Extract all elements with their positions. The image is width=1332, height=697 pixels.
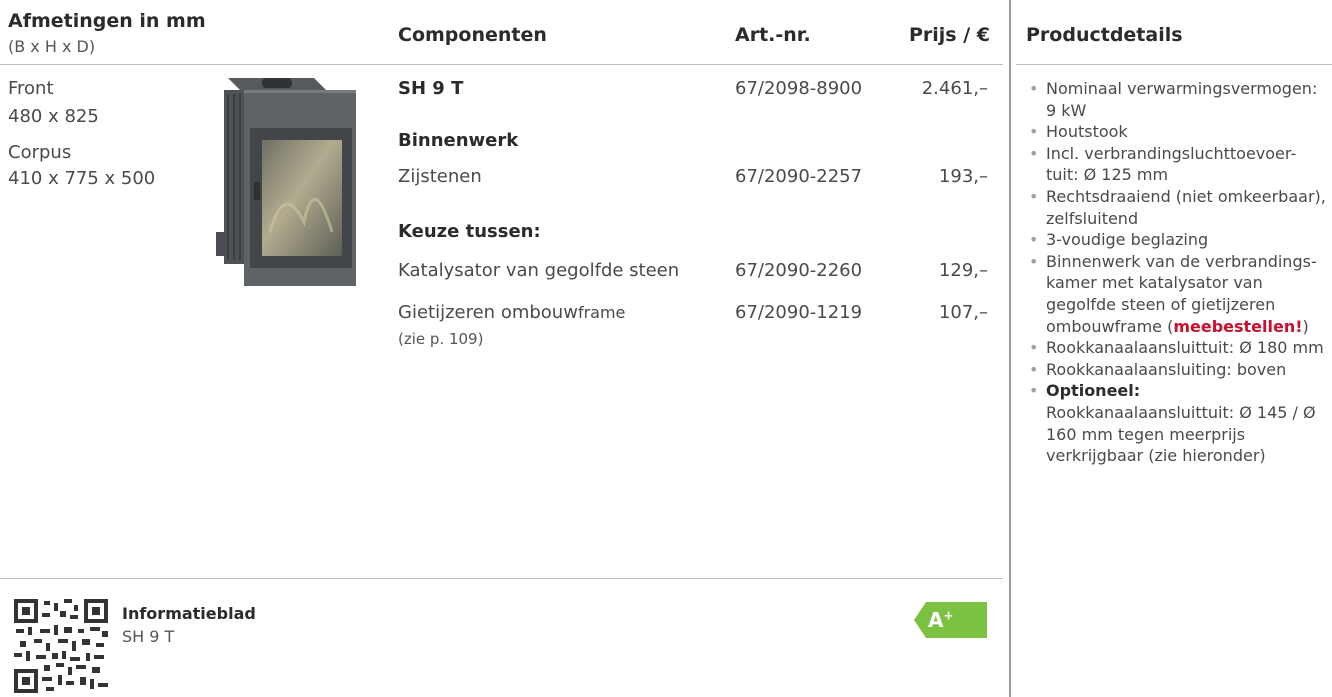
front-value: 480 x 825 [8, 106, 99, 127]
components-heading: Componenten [398, 24, 547, 46]
info-sheet-product: SH 9 T [122, 627, 175, 646]
catalyst-price: 129,– [938, 260, 988, 281]
frame-art-nr: 67/2090-1219 [735, 302, 863, 323]
stove-image [216, 78, 356, 286]
detail-text: 3-voudige beglazing [1046, 230, 1209, 250]
qr-code-icon[interactable] [14, 599, 108, 693]
detail-item: Nominaal verwarmingsvermogen: 9 kW [1027, 78, 1327, 121]
side-stones-price: 193,– [938, 166, 988, 187]
detail-item: 3-voudige beglazing [1027, 229, 1327, 251]
footer-divider [0, 578, 1003, 579]
front-label: Front [8, 78, 54, 99]
frame-page-note: (zie p. 109) [398, 330, 484, 348]
detail-item: Houtstook [1027, 121, 1327, 143]
catalyst-art-nr: 67/2090-2260 [735, 260, 863, 281]
detail-text: Rechtsdraaiend (niet omkeerbaar), zelfsl… [1046, 186, 1326, 228]
header-divider [0, 64, 1003, 65]
corpus-label: Corpus [8, 142, 72, 163]
detail-text: Nominaal verwarmingsvermogen: 9 kW [1046, 79, 1318, 120]
catalyst-name: Katalysator van gegolfde steen [398, 260, 680, 281]
detail-item: Incl. verbrandingsluchttoevoer-tuit: Ø 1… [1027, 143, 1327, 186]
detail-text: Houtstook [1046, 122, 1128, 142]
detail-text-end: ) [1302, 316, 1309, 336]
column-divider [1009, 0, 1011, 697]
product-details-list: Nominaal verwarmingsvermogen: 9 kW Houts… [1027, 78, 1327, 467]
section-binnenwerk: Binnenwerk [398, 130, 519, 151]
frame-name: Gietijzeren ombouwframe [398, 300, 625, 325]
energy-class-plus: + [943, 608, 954, 623]
side-stones-name: Zijstenen [398, 166, 482, 187]
dimensions-unit: (B x H x D) [8, 37, 96, 56]
detail-text: Rookkanaalaansluittuit: Ø 180 mm [1046, 338, 1324, 358]
dimensions-heading: Afmetingen in mm [8, 10, 206, 32]
product-art-nr: 67/2098-8900 [735, 78, 863, 99]
price-heading: Prijs / € [908, 24, 990, 46]
frame-name-main: Gietijzeren ombouw [398, 302, 578, 323]
detail-item: Binnenwerk van de verbrandings-kamer met… [1027, 251, 1327, 337]
order-together-highlight: meebestellen! [1173, 316, 1303, 336]
detail-text: Rookkanaalaansluiting: boven [1046, 359, 1287, 379]
energy-class: A+ [928, 608, 954, 632]
detail-item: Rookkanaalaansluittuit: Ø 180 mm [1027, 337, 1327, 359]
product-name: SH 9 T [398, 78, 464, 99]
frame-name-suffix: frame [577, 303, 626, 322]
art-nr-heading: Art.-nr. [735, 24, 811, 46]
detail-item: Rookkanaalaansluiting: boven [1027, 359, 1327, 381]
side-stones-art-nr: 67/2090-2257 [735, 166, 863, 187]
detail-text: Rookkanaalaansluittuit: Ø 145 / Ø 160 mm… [1046, 402, 1316, 466]
energy-class-letter: A [928, 608, 944, 632]
frame-price: 107,– [938, 302, 988, 323]
product-price: 2.461,– [921, 78, 988, 99]
info-sheet-title: Informatieblad [122, 604, 256, 623]
detail-item: Rechtsdraaiend (niet omkeerbaar), zelfsl… [1027, 186, 1327, 229]
detail-item: Optioneel:Rookkanaalaansluittuit: Ø 145 … [1027, 380, 1327, 466]
details-heading: Productdetails [1026, 24, 1183, 46]
section-choice: Keuze tussen: [398, 221, 541, 242]
details-header-divider [1016, 64, 1332, 65]
optional-label: Optioneel: [1046, 381, 1141, 401]
detail-text: Incl. verbrandingsluchttoevoer-tuit: Ø 1… [1046, 143, 1297, 185]
corpus-value: 410 x 775 x 500 [8, 168, 156, 189]
